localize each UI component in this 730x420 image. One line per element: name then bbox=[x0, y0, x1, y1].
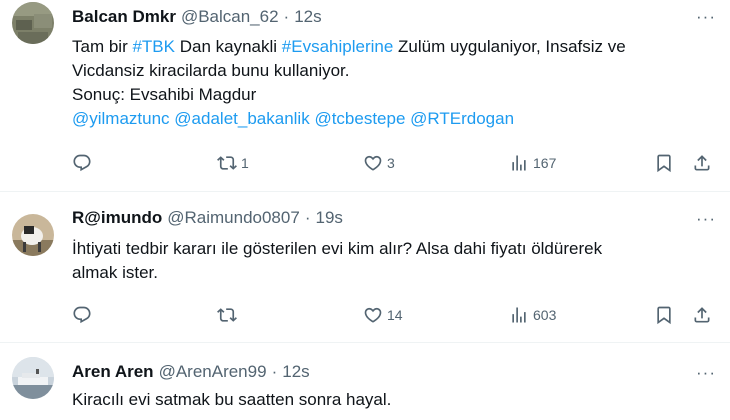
mention-link[interactable]: @RTErdogan bbox=[410, 109, 514, 128]
avatar[interactable] bbox=[12, 357, 54, 399]
timestamp[interactable]: 19s bbox=[315, 208, 342, 228]
timestamp[interactable]: 12s bbox=[294, 7, 321, 27]
tweet-2[interactable]: R@imundo @Raimundo0807 · 19s ··· İhtiyat… bbox=[0, 192, 730, 338]
reply-icon bbox=[73, 154, 91, 172]
bookmark-button[interactable] bbox=[654, 151, 674, 175]
tweet-header: R@imundo @Raimundo0807 · 19s bbox=[72, 208, 343, 228]
mention-link[interactable]: @adalet_bakanlik bbox=[174, 109, 309, 128]
mentions-line: @yilmaztunc @adalet_bakanlik @tcbestepe … bbox=[72, 107, 712, 131]
more-icon[interactable]: ··· bbox=[694, 8, 718, 30]
separator-dot: · bbox=[271, 362, 278, 381]
more-icon[interactable]: ··· bbox=[694, 210, 718, 232]
tweet-1[interactable]: Balcan Dmkr @Balcan_62 · 12s ··· Tam bir… bbox=[0, 0, 730, 188]
bookmark-button[interactable] bbox=[654, 303, 674, 327]
share-button[interactable] bbox=[692, 151, 712, 175]
views-count: 603 bbox=[533, 307, 557, 323]
views-button[interactable]: 603 bbox=[509, 303, 556, 327]
text-line: Tam bir #TBK Dan kaynakli #Evsahiplerine… bbox=[72, 35, 712, 59]
views-icon bbox=[512, 155, 526, 171]
text-line: Vicdansiz kiracilarda bunu kullaniyor. bbox=[72, 61, 350, 80]
like-button[interactable]: 14 bbox=[363, 303, 403, 327]
avatar[interactable] bbox=[12, 2, 54, 44]
views-icon bbox=[512, 307, 526, 323]
separator-dot: · bbox=[304, 208, 311, 227]
reply-button[interactable] bbox=[72, 303, 96, 327]
action-bar: 14 603 bbox=[72, 303, 717, 327]
tweet-header: Aren Aren @ArenAren99 · 12s bbox=[72, 362, 310, 382]
bookmark-icon bbox=[657, 154, 671, 173]
more-icon[interactable]: ··· bbox=[694, 364, 718, 386]
like-count: 14 bbox=[387, 307, 403, 323]
display-name[interactable]: Aren Aren bbox=[72, 362, 154, 382]
retweet-icon bbox=[217, 308, 237, 322]
retweet-count: 1 bbox=[241, 155, 249, 171]
views-count: 167 bbox=[533, 155, 557, 171]
separator-dot: · bbox=[283, 7, 290, 26]
like-icon bbox=[364, 155, 382, 171]
share-button[interactable] bbox=[692, 303, 712, 327]
tweet-text: Kiracılı evi satmak bu saatten sonra hay… bbox=[72, 388, 712, 412]
reply-button[interactable] bbox=[72, 151, 96, 175]
share-icon bbox=[694, 155, 710, 171]
views-button[interactable]: 167 bbox=[509, 151, 556, 175]
retweet-button[interactable]: 1 bbox=[217, 151, 249, 175]
text-span: Dan kaynakli bbox=[175, 37, 282, 56]
like-count: 3 bbox=[387, 155, 395, 171]
reply-icon bbox=[73, 306, 91, 324]
avatar[interactable] bbox=[12, 214, 54, 256]
mention-link[interactable]: @tcbestepe bbox=[314, 109, 405, 128]
text-span: Tam bir bbox=[72, 37, 133, 56]
mention-link[interactable]: @yilmaztunc bbox=[72, 109, 170, 128]
tweet-header: Balcan Dmkr @Balcan_62 · 12s bbox=[72, 7, 322, 27]
user-handle[interactable]: @Raimundo0807 bbox=[167, 208, 300, 228]
text-line: Sonuç: Evsahibi Magdur bbox=[72, 85, 257, 104]
display-name[interactable]: Balcan Dmkr bbox=[72, 7, 176, 27]
text-line: İhtiyati tedbir kararı ile gösterilen ev… bbox=[72, 239, 603, 258]
share-icon bbox=[694, 307, 710, 323]
user-handle[interactable]: @Balcan_62 bbox=[181, 7, 279, 27]
retweet-button[interactable] bbox=[217, 303, 241, 327]
text-line: almak ister. bbox=[72, 263, 158, 282]
timestamp[interactable]: 12s bbox=[282, 362, 309, 382]
tweet-3[interactable]: Aren Aren @ArenAren99 · 12s ··· Kiracılı… bbox=[0, 343, 730, 420]
hashtag-link[interactable]: #TBK bbox=[132, 37, 175, 56]
user-handle[interactable]: @ArenAren99 bbox=[159, 362, 267, 382]
tweet-text: Tam bir #TBK Dan kaynakli #Evsahiplerine… bbox=[72, 35, 712, 131]
text-span: Zulüm uygulaniyor, Insafsiz ve bbox=[393, 37, 626, 56]
bookmark-icon bbox=[657, 306, 671, 325]
hashtag-link[interactable]: #Evsahiplerine bbox=[282, 37, 394, 56]
like-button[interactable]: 3 bbox=[363, 151, 395, 175]
display-name[interactable]: R@imundo bbox=[72, 208, 162, 228]
retweet-icon bbox=[217, 156, 237, 170]
action-bar: 1 3 167 bbox=[72, 151, 717, 175]
text-line: Kiracılı evi satmak bu saatten sonra hay… bbox=[72, 390, 392, 409]
like-icon bbox=[364, 307, 382, 323]
tweet-text: İhtiyati tedbir kararı ile gösterilen ev… bbox=[72, 237, 712, 285]
